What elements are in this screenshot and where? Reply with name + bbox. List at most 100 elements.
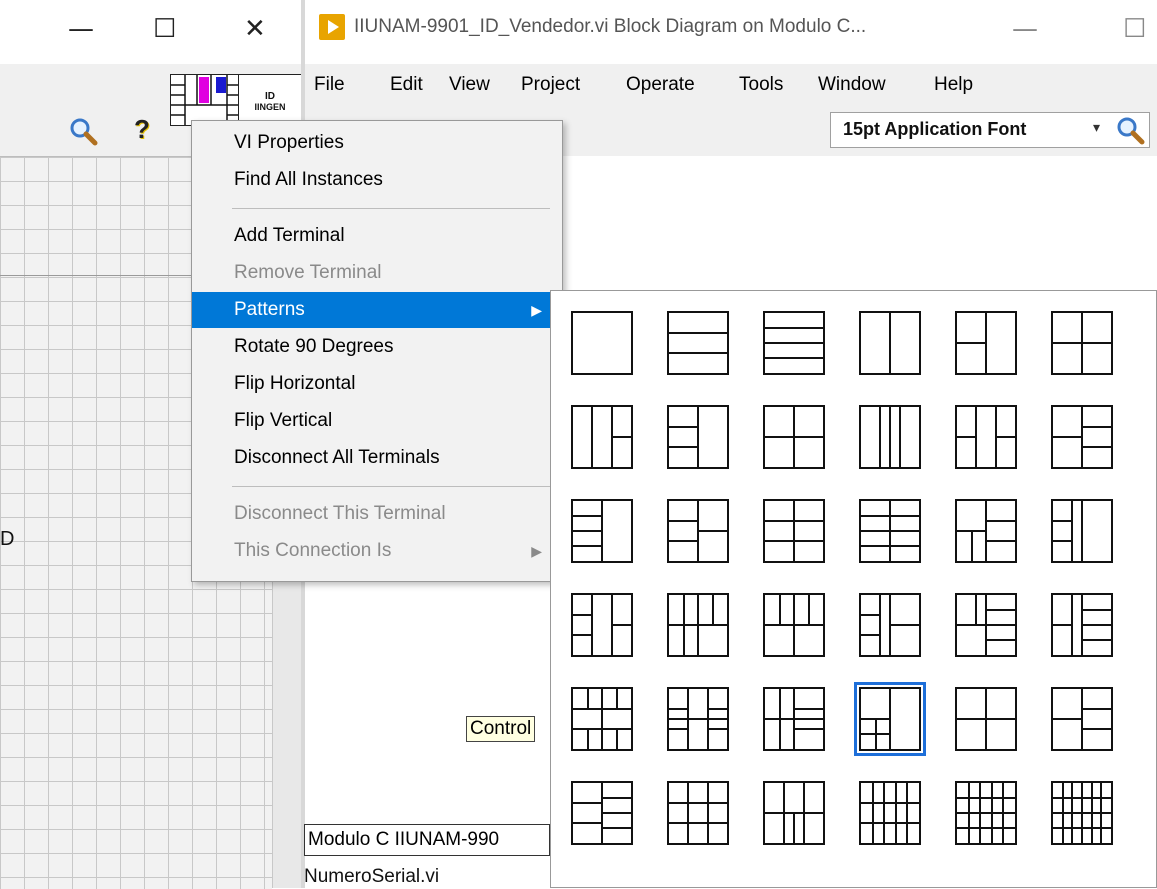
connector-pattern-36[interactable] <box>1051 781 1113 845</box>
pattern-line <box>1053 827 1111 829</box>
pattern-line <box>765 327 823 329</box>
connector-pattern-32[interactable] <box>667 781 729 845</box>
menu-item-rotate-90-degrees[interactable]: Rotate 90 Degrees <box>192 329 562 365</box>
control-label[interactable]: Control <box>466 716 536 742</box>
block-diagram-titlebar: IIUNAM-9901_ID_Vendedor.vi Block Diagram… <box>305 0 1157 64</box>
search-icon[interactable] <box>68 116 98 151</box>
pattern-line <box>707 707 727 710</box>
font-selector[interactable]: 15pt Application Font ▾ <box>830 112 1150 148</box>
connector-pattern-27[interactable] <box>763 687 825 751</box>
connector-pattern-30[interactable] <box>1051 687 1113 751</box>
pattern-line <box>669 519 698 522</box>
vi-icon[interactable]: ID IINGEN <box>238 74 302 126</box>
pattern-line <box>765 718 823 720</box>
connector-pattern-24[interactable] <box>1051 593 1113 657</box>
menu-item-label: Flip Vertical <box>234 410 333 431</box>
menu-item-add-terminal[interactable]: Add Terminal <box>192 218 562 254</box>
connector-pattern-23[interactable] <box>955 593 1017 657</box>
menu-tools[interactable]: Tools <box>739 74 783 96</box>
pattern-line <box>1053 624 1073 626</box>
menu-operate[interactable]: Operate <box>626 74 695 96</box>
pattern-line <box>601 689 603 709</box>
pattern-line <box>669 822 727 825</box>
connector-pattern-18[interactable] <box>1051 499 1113 563</box>
pattern-line <box>765 540 794 543</box>
menu-item-disconnect-all-terminals[interactable]: Disconnect All Terminals <box>192 440 562 476</box>
connector-pattern-13[interactable] <box>571 499 633 563</box>
connector-pane-icon[interactable] <box>170 74 240 126</box>
vi-icon-label: ID <box>265 91 275 102</box>
menu-item-label: This Connection Is <box>234 540 392 561</box>
menu-view[interactable]: View <box>449 74 490 96</box>
help-icon[interactable]: ? <box>134 114 150 145</box>
pattern-line <box>970 531 973 561</box>
menu-item-label: Rotate 90 Degrees <box>234 336 394 357</box>
minimize-button[interactable]: — <box>68 14 94 44</box>
connector-pattern-22[interactable] <box>859 593 921 657</box>
pattern-line <box>861 718 890 720</box>
connector-pattern-17[interactable] <box>955 499 1017 563</box>
pattern-line <box>669 801 727 804</box>
menu-edit[interactable]: Edit <box>390 74 423 96</box>
menu-item-find-all-instances[interactable]: Find All Instances <box>192 162 562 198</box>
pattern-line <box>669 425 698 428</box>
pattern-line <box>778 595 781 625</box>
connector-pattern-14[interactable] <box>667 499 729 563</box>
subvi-name[interactable]: NumeroSerial.vi <box>304 866 439 888</box>
pattern-line <box>669 718 727 720</box>
maximize-button[interactable]: ☐ <box>1123 14 1146 44</box>
connector-pattern-9[interactable] <box>763 405 825 469</box>
menu-window[interactable]: Window <box>818 74 886 96</box>
connector-pattern-3[interactable] <box>763 311 825 375</box>
pattern-line <box>793 501 795 561</box>
menu-item-label: Find All Instances <box>234 169 383 190</box>
menu-item-flip-horizontal[interactable]: Flip Horizontal <box>192 366 562 402</box>
pattern-line <box>879 595 882 655</box>
connector-pattern-12[interactable] <box>1051 405 1113 469</box>
connector-pattern-7[interactable] <box>571 405 633 469</box>
menu-project[interactable]: Project <box>521 74 580 96</box>
menu-item-vi-properties[interactable]: VI Properties <box>192 125 562 161</box>
connector-pattern-4[interactable] <box>859 311 921 375</box>
connector-pattern-34[interactable] <box>859 781 921 845</box>
close-button[interactable]: ✕ <box>244 14 266 44</box>
pattern-line <box>807 595 810 625</box>
connector-pattern-15[interactable] <box>763 499 825 563</box>
menu-item-label: Add Terminal <box>234 225 345 246</box>
connector-pattern-5[interactable] <box>955 311 1017 375</box>
connector-pattern-25[interactable] <box>571 687 633 751</box>
patterns-submenu <box>550 290 1157 888</box>
pattern-line <box>573 728 631 731</box>
connector-pattern-1[interactable] <box>571 311 633 375</box>
menu-file[interactable]: File <box>314 74 345 96</box>
maximize-button[interactable]: ☐ <box>153 14 176 44</box>
connector-pattern-28[interactable] <box>854 682 926 756</box>
pattern-line <box>669 446 698 449</box>
connector-pattern-33[interactable] <box>763 781 825 845</box>
connector-pattern-6[interactable] <box>1051 311 1113 375</box>
connector-pattern-21[interactable] <box>763 593 825 657</box>
connector-pattern-10[interactable] <box>859 405 921 469</box>
menu-help[interactable]: Help <box>934 74 973 96</box>
connector-pattern-11[interactable] <box>955 405 1017 469</box>
pattern-line <box>1082 446 1111 449</box>
pattern-line <box>573 707 631 710</box>
pattern-line <box>765 436 794 438</box>
connector-pattern-35[interactable] <box>955 781 1017 845</box>
search-icon[interactable] <box>1115 115 1145 150</box>
connector-pattern-29[interactable] <box>955 687 1017 751</box>
connector-pattern-19[interactable] <box>571 593 633 657</box>
menu-item-patterns[interactable]: Patterns ▶ <box>192 292 562 328</box>
pattern-line <box>687 783 690 843</box>
minimize-button[interactable]: — <box>1012 14 1038 44</box>
connector-pattern-8[interactable] <box>667 405 729 469</box>
subvi-caption[interactable]: Modulo C IIUNAM-990 <box>304 824 550 856</box>
connector-pattern-20[interactable] <box>667 593 729 657</box>
pattern-line <box>898 407 901 467</box>
connector-pattern-2[interactable] <box>667 311 729 375</box>
connector-pattern-31[interactable] <box>571 781 633 845</box>
connector-pattern-26[interactable] <box>667 687 729 751</box>
connector-pattern-16[interactable] <box>859 499 921 563</box>
menu-item-flip-vertical[interactable]: Flip Vertical <box>192 403 562 439</box>
pattern-line <box>1082 609 1111 611</box>
